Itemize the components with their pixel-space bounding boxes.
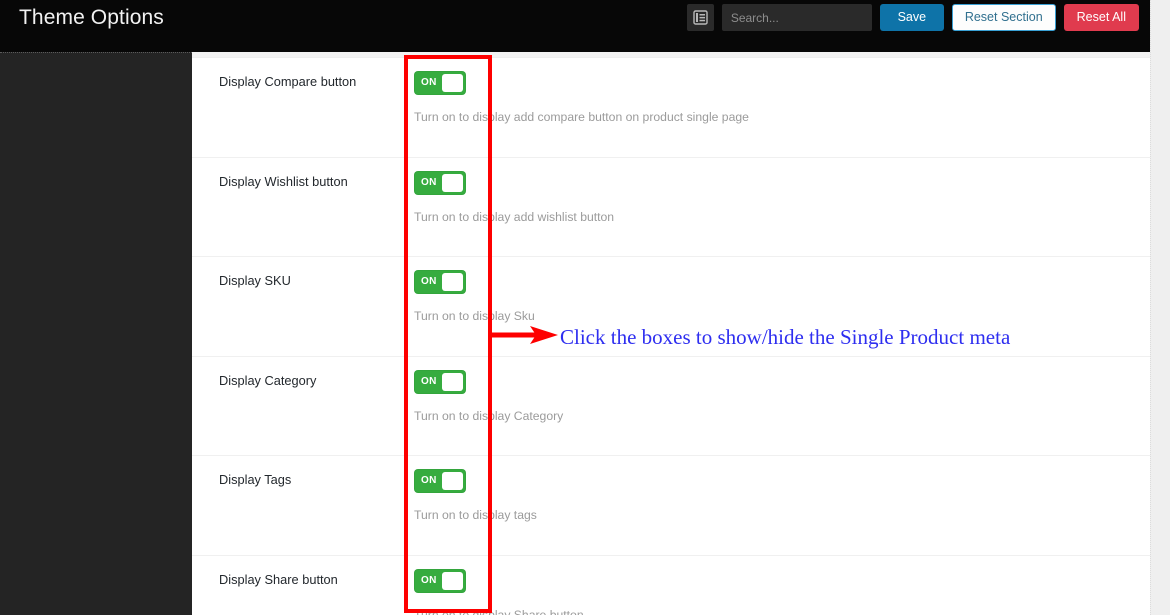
field-label: Display Tags [219,472,292,487]
field-list: Display Compare button ON Turn on to displ… [192,58,1150,615]
field-control: ON Turn on to display add compare button … [414,71,1150,126]
list-icon [693,10,708,25]
top-bar: Theme Options Save Reset Section Reset A… [0,0,1150,52]
toggle-state-label: ON [421,475,437,486]
field-label: Display Category [219,372,317,388]
toggle-switch[interactable]: ON [414,369,466,394]
toggle-state-label: ON [421,574,437,586]
toggle-state-label: ON [421,176,437,188]
options-panel: Display Compare button ON Turn on to displ… [192,52,1150,615]
field-description: Turn on to display Sku [414,309,535,323]
field-row: Display Compare button ON Turn on to displ… [192,58,1150,158]
right-gutter [1150,0,1170,615]
sidebar [0,52,192,615]
top-bar-actions: Save Reset Section Reset All [686,4,1139,31]
field-row: Display Tags ON Turn on to display tags [192,456,1150,556]
field-row: Display Wishlist button ON Turn on to disp… [192,158,1150,257]
field-label: Display Share button [219,571,338,587]
search-input[interactable] [721,4,872,31]
reset-all-button[interactable]: Reset All [1063,4,1139,31]
theme-options-page: Theme Options Save Reset Section Reset A… [0,0,1170,615]
toggle-knob [442,372,463,391]
toggle-knob [442,472,463,490]
field-description: Turn on to display tags [414,508,537,522]
field-control: ON Turn on to display tags [414,469,1150,524]
toggle-switch[interactable]: ON [414,568,466,593]
field-row: Display SKU ON Turn on to display Sku [192,257,1150,357]
toggle-switch[interactable]: ON [414,469,466,493]
field-description: Turn on to display add compare button on… [414,110,749,124]
toggle-knob [442,273,463,291]
save-button[interactable]: Save [879,4,944,31]
field-control: ON Turn on to display add wishlist button [414,170,1150,226]
field-control: ON Turn on to display Share button [414,568,1150,615]
toggle-state-label: ON [421,77,437,88]
toggle-switch[interactable]: ON [414,270,466,294]
reset-section-button[interactable]: Reset Section [951,4,1056,31]
field-description: Turn on to display add wishlist button [414,209,615,224]
field-description: Turn on to display Share button [414,607,584,615]
toggle-state-label: ON [421,276,437,287]
page-title: Theme Options [19,6,164,29]
toggle-knob [442,74,463,92]
field-label: Display Wishlist button [219,173,348,189]
toggle-knob [442,173,463,192]
field-label: Display Compare button [219,74,357,89]
field-row: Display Category ON Turn on to display Cat… [192,357,1150,456]
field-label: Display SKU [219,273,291,288]
field-control: ON Turn on to display Sku [414,270,1150,325]
toggle-switch[interactable]: ON [414,170,466,195]
field-row: Display Share button ON Turn on to display… [192,556,1150,615]
toggle-state-label: ON [421,375,437,387]
field-control: ON Turn on to display Category [414,369,1150,425]
toggle-switch[interactable]: ON [414,71,466,95]
toggle-knob [442,571,463,590]
field-description: Turn on to display Category [414,408,564,423]
list-icon-button[interactable] [686,4,714,31]
